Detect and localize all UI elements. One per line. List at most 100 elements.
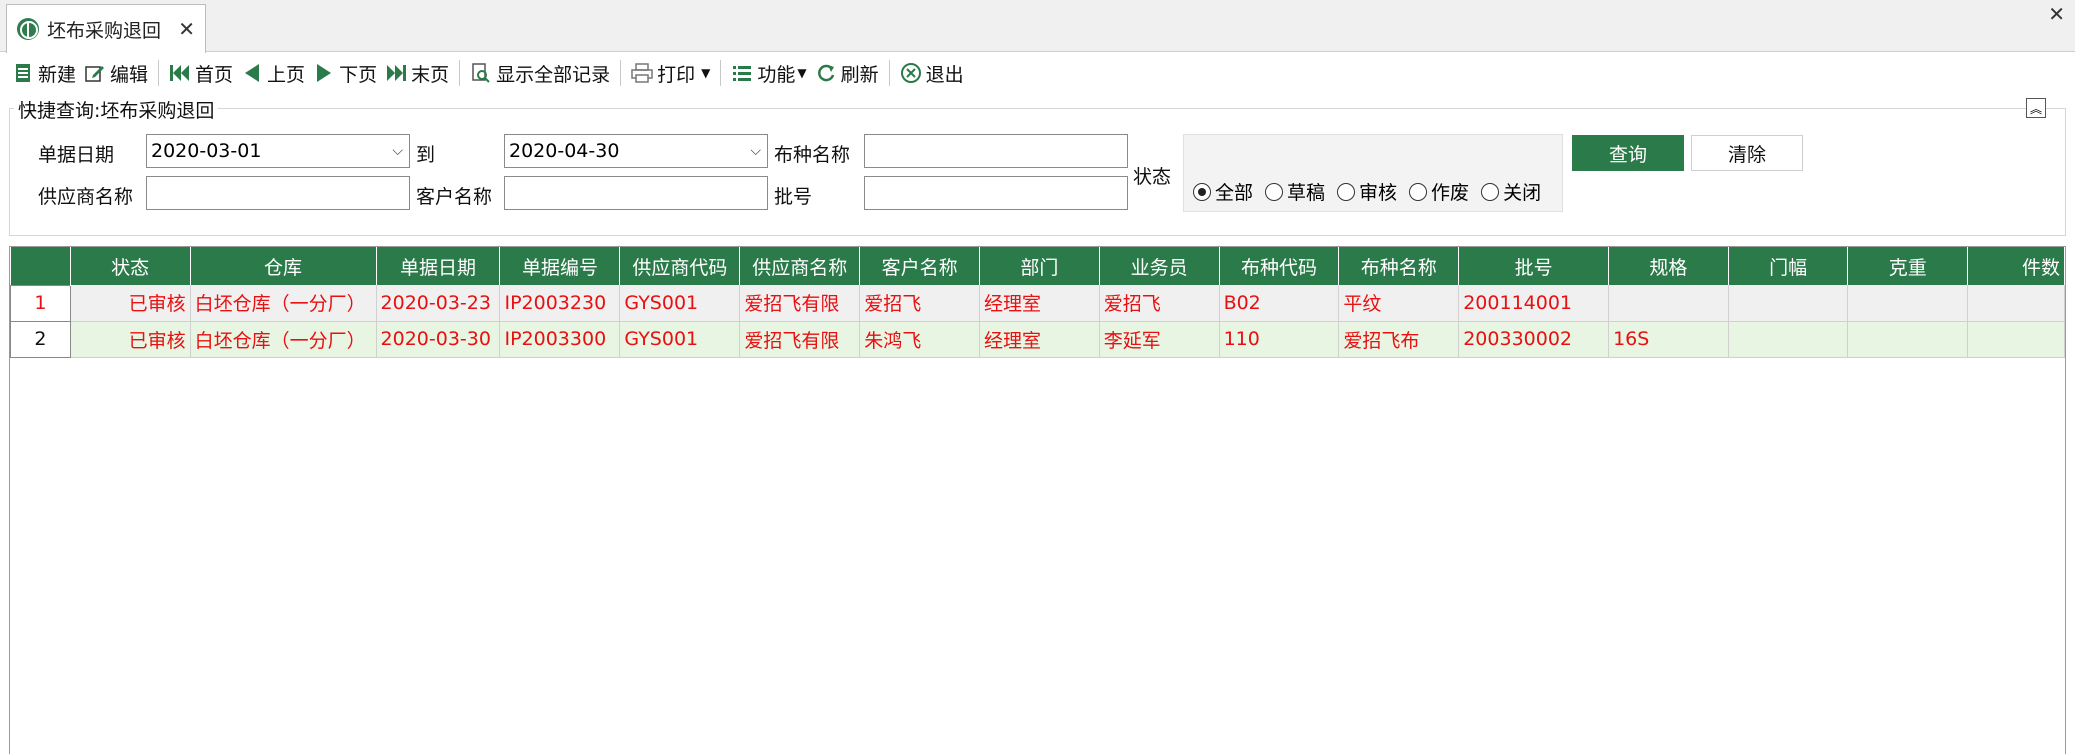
chevron-down-icon[interactable]: ⌵ bbox=[392, 143, 403, 159]
chevron-down-icon[interactable]: ⌵ bbox=[750, 143, 761, 159]
tab-title: 坯布采购退回 bbox=[47, 19, 162, 42]
table-cell[interactable]: 李延军 bbox=[1099, 321, 1220, 358]
status-radio-draft[interactable]: 草稿 bbox=[1265, 178, 1325, 205]
table-cell[interactable]: IP2003230 bbox=[499, 285, 621, 322]
radio-label: 关闭 bbox=[1503, 182, 1542, 204]
date-from-combo[interactable]: 2020-03-01 ⌵ bbox=[146, 134, 410, 168]
table-cell[interactable] bbox=[1847, 321, 1969, 358]
table-cell[interactable]: 爱招飞有限 bbox=[739, 285, 861, 322]
cloth-name-field[interactable] bbox=[869, 135, 1127, 167]
batch-field[interactable] bbox=[869, 177, 1127, 209]
table-cell[interactable]: 2020-03-23 bbox=[376, 285, 501, 322]
customer-input[interactable] bbox=[504, 176, 768, 210]
close-icon[interactable]: ✕ bbox=[178, 17, 195, 41]
column-header[interactable]: 供应商代码 bbox=[619, 247, 741, 285]
column-header[interactable]: 批号 bbox=[1458, 247, 1610, 285]
radio-icon bbox=[1409, 182, 1428, 201]
print-label: 打印 bbox=[657, 63, 696, 86]
table-cell[interactable] bbox=[1728, 285, 1849, 322]
row-number[interactable]: 2 bbox=[10, 320, 71, 358]
table-cell[interactable] bbox=[1608, 285, 1729, 322]
table-cell[interactable]: 朱鸿飞 bbox=[859, 321, 981, 358]
last-page-button[interactable]: 末页 bbox=[381, 57, 453, 89]
exit-button[interactable]: 退出 bbox=[896, 57, 968, 89]
exit-circle-icon bbox=[900, 62, 922, 84]
column-header[interactable]: 布种名称 bbox=[1338, 247, 1460, 285]
table-cell[interactable]: 白坯仓库（一分厂） bbox=[190, 321, 377, 358]
column-header[interactable]: 部门 bbox=[979, 247, 1100, 285]
column-header[interactable]: 规格 bbox=[1608, 247, 1729, 285]
column-header[interactable]: 件数 bbox=[1967, 247, 2065, 285]
table-row[interactable]: 2 已审核 白坯仓库（一分厂） 2020-03-30 IP2003300 GYS… bbox=[10, 320, 2065, 358]
column-header[interactable]: 仓库 bbox=[190, 247, 377, 285]
column-header[interactable]: 布种代码 bbox=[1219, 247, 1340, 285]
table-cell[interactable] bbox=[1967, 321, 2065, 358]
prev-page-button[interactable]: 上页 bbox=[237, 57, 309, 89]
table-cell[interactable]: GYS001 bbox=[619, 321, 741, 358]
table-cell[interactable]: 16S bbox=[1608, 321, 1729, 358]
customer-field[interactable] bbox=[509, 177, 767, 209]
print-button[interactable]: 打印 ▼ bbox=[627, 57, 714, 89]
first-page-button[interactable]: 首页 bbox=[165, 57, 237, 89]
column-header[interactable]: 供应商名称 bbox=[739, 247, 861, 285]
tab-strip: 坯布采购退回 ✕ ✕ bbox=[0, 0, 2075, 53]
table-cell[interactable]: 白坯仓库（一分厂） bbox=[190, 285, 377, 322]
radio-icon bbox=[1265, 182, 1284, 201]
show-all-button[interactable]: 显示全部记录 bbox=[466, 57, 614, 89]
table-cell[interactable] bbox=[1847, 285, 1969, 322]
table-row[interactable]: 1 已审核 白坯仓库（一分厂） 2020-03-23 IP2003230 GYS… bbox=[10, 284, 2065, 322]
table-cell[interactable] bbox=[1967, 285, 2065, 322]
table-cell[interactable] bbox=[1728, 321, 1849, 358]
next-page-button[interactable]: 下页 bbox=[309, 57, 381, 89]
table-cell[interactable]: 经理室 bbox=[979, 321, 1100, 358]
table-cell[interactable]: 200330002 bbox=[1458, 321, 1610, 358]
status-radio-closed[interactable]: 关闭 bbox=[1481, 178, 1541, 205]
edit-button[interactable]: 编辑 bbox=[80, 57, 152, 89]
table-cell[interactable]: 爱招飞有限 bbox=[739, 321, 861, 358]
column-header[interactable]: 单据日期 bbox=[376, 247, 501, 285]
toolbar-divider bbox=[720, 60, 722, 86]
row-number[interactable]: 1 bbox=[10, 284, 71, 322]
status-radio-void[interactable]: 作废 bbox=[1409, 178, 1469, 205]
date-to-combo[interactable]: 2020-04-30 ⌵ bbox=[504, 134, 768, 168]
column-header[interactable]: 门幅 bbox=[1728, 247, 1849, 285]
collapse-icon[interactable]: ︽ bbox=[2026, 98, 2046, 118]
radio-label: 全部 bbox=[1215, 182, 1254, 204]
table-cell[interactable]: 爱招飞 bbox=[859, 285, 981, 322]
table-cell[interactable]: 平纹 bbox=[1338, 285, 1460, 322]
show-all-label: 显示全部记录 bbox=[496, 63, 611, 86]
column-header[interactable]: 状态 bbox=[70, 247, 191, 285]
new-button[interactable]: 新建 bbox=[8, 57, 80, 89]
column-header[interactable]: 业务员 bbox=[1099, 247, 1220, 285]
column-header[interactable]: 单据编号 bbox=[499, 247, 621, 285]
column-header[interactable]: 客户名称 bbox=[859, 247, 981, 285]
tab-document[interactable]: 坯布采购退回 ✕ bbox=[6, 4, 206, 53]
table-cell[interactable]: 2020-03-30 bbox=[376, 321, 501, 358]
table-cell[interactable]: 爱招飞 bbox=[1099, 285, 1220, 322]
query-button[interactable]: 查询 bbox=[1572, 135, 1684, 171]
supplier-input[interactable] bbox=[146, 176, 410, 210]
table-cell[interactable]: 经理室 bbox=[979, 285, 1100, 322]
toolbar-divider bbox=[158, 60, 160, 86]
table-cell[interactable]: 已审核 bbox=[70, 285, 191, 322]
table-cell[interactable]: GYS001 bbox=[619, 285, 741, 322]
table-cell[interactable]: IP2003300 bbox=[499, 321, 621, 358]
radio-label: 草稿 bbox=[1287, 182, 1326, 204]
table-cell[interactable]: 200114001 bbox=[1458, 285, 1610, 322]
table-cell[interactable]: 爱招飞布 bbox=[1338, 321, 1460, 358]
next-page-icon bbox=[313, 62, 335, 84]
refresh-button[interactable]: 刷新 bbox=[811, 57, 883, 89]
toolbar-divider bbox=[459, 60, 461, 86]
table-cell[interactable]: 已审核 bbox=[70, 321, 191, 358]
functions-button[interactable]: 功能 ▼ bbox=[727, 57, 810, 89]
cloth-name-input[interactable] bbox=[864, 134, 1128, 168]
status-radio-approved[interactable]: 审核 bbox=[1337, 178, 1397, 205]
table-cell[interactable]: 110 bbox=[1219, 321, 1340, 358]
clear-button[interactable]: 清除 bbox=[1691, 135, 1803, 171]
supplier-field[interactable] bbox=[151, 177, 409, 209]
window-close-icon[interactable]: ✕ bbox=[2048, 2, 2065, 26]
batch-input[interactable] bbox=[864, 176, 1128, 210]
column-header[interactable]: 克重 bbox=[1847, 247, 1969, 285]
status-radio-all[interactable]: 全部 bbox=[1193, 178, 1253, 205]
table-cell[interactable]: B02 bbox=[1219, 285, 1340, 322]
